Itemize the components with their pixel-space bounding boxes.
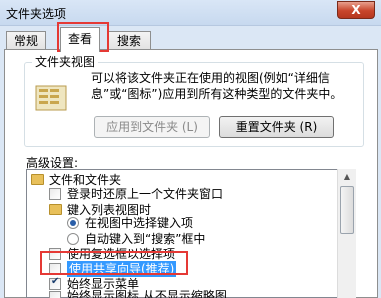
tab-view[interactable]: 查看: [60, 27, 100, 52]
list-item[interactable]: 自动键入到“搜索”框中: [85, 231, 205, 247]
always-show-menus-checkbox[interactable]: [49, 276, 61, 290]
list-item[interactable]: 始终显示图标,从不显示缩略图: [67, 288, 227, 298]
type-into-search-radio[interactable]: [67, 233, 79, 245]
apply-to-folders-button[interactable]: 应用到文件夹 (L): [94, 116, 210, 138]
folder-icon: [31, 174, 44, 185]
tab-general[interactable]: 常规: [6, 31, 46, 51]
list-item[interactable]: 使用复选框以选择项: [67, 246, 175, 262]
select-typed-item-radio[interactable]: [67, 217, 79, 229]
folder-views-description: 可以将该文件夹正在使用的视图(例如“详细信息”或“图标”)应用到所有这种类型的文…: [91, 71, 343, 101]
list-item[interactable]: 在视图中选择键入项: [85, 215, 193, 231]
sharing-wizard-checkbox[interactable]: [49, 263, 61, 275]
close-button[interactable]: X: [337, 1, 375, 19]
title-bar: 文件夹选项 X: [0, 0, 381, 26]
restore-windows-checkbox[interactable]: [49, 188, 61, 200]
reset-folders-button[interactable]: 重置文件夹 (R): [219, 116, 334, 138]
tab-strip: 常规 查看 搜索: [0, 26, 381, 52]
folder-views-title: 文件夹视图: [32, 53, 99, 70]
folder-icon: [35, 85, 67, 111]
scroll-thumb[interactable]: [340, 186, 354, 234]
scroll-up-arrow-icon[interactable]: ▲: [338, 169, 356, 185]
list-item-selected[interactable]: 使用共享向导(推荐): [67, 261, 177, 277]
list-scrollbar[interactable]: ▲: [337, 169, 356, 298]
use-checkboxes-checkbox[interactable]: [49, 248, 61, 260]
tab-search[interactable]: 搜索: [107, 31, 151, 51]
list-item[interactable]: 登录时还原上一个文件夹窗口: [67, 186, 223, 202]
always-show-icons-checkbox[interactable]: [49, 291, 61, 298]
folder-icon: [49, 204, 62, 215]
window-title: 文件夹选项: [6, 7, 67, 21]
